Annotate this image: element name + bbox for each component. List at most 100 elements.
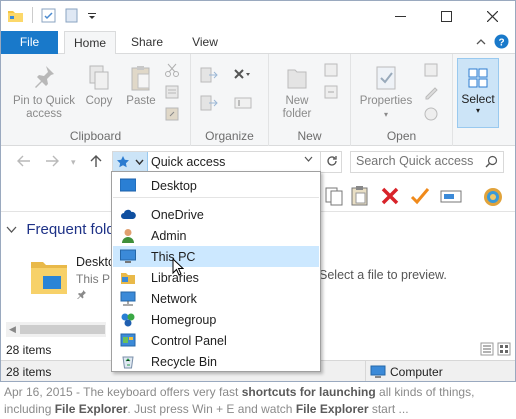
snippet-date: Apr 16, 2015 -: [4, 385, 84, 399]
snippet-text: The keyboard offers very fast: [83, 385, 242, 399]
new-folder-qat-icon[interactable]: [64, 8, 81, 23]
address-history-chevron-icon[interactable]: [304, 155, 313, 167]
refresh-icon: [326, 156, 337, 166]
tab-file[interactable]: File: [1, 31, 58, 54]
new-group: New folder New: [269, 54, 351, 146]
pin-to-quick-access-button[interactable]: Pin to Quick access: [9, 64, 79, 121]
properties-dropdown-arrow: ▾: [383, 110, 388, 119]
new-item-icon[interactable]: [323, 62, 341, 81]
pin-label-line1: Pin to Quick: [13, 95, 75, 107]
delete-icon[interactable]: [233, 68, 251, 85]
recent-locations-icon[interactable]: ▾: [71, 157, 76, 168]
svg-text:?: ?: [498, 38, 504, 49]
copy-button[interactable]: Copy: [81, 64, 117, 108]
delete-toolbar-icon[interactable]: [379, 185, 401, 207]
minimize-ribbon-icon[interactable]: [476, 36, 486, 50]
snippet-text: start ...: [368, 402, 409, 416]
snippet-bold-text: File Explorer: [54, 402, 128, 416]
edit-icon[interactable]: [423, 84, 441, 103]
dropdown-item-onedrive[interactable]: OneDrive: [113, 204, 319, 225]
mouse-cursor: [172, 257, 185, 279]
desktop-folder-icon: [31, 262, 67, 294]
maximize-button[interactable]: [423, 1, 469, 31]
secondary-toolbar: [321, 181, 515, 211]
back-arrow-icon[interactable]: [17, 154, 31, 171]
new-folder-button[interactable]: New folder: [275, 64, 319, 121]
tab-share[interactable]: Share: [121, 31, 173, 54]
cut-icon[interactable]: [164, 62, 180, 81]
open-group: Properties ▾ Open: [351, 54, 453, 146]
copy-to-icon[interactable]: [199, 94, 219, 115]
copy-path-icon[interactable]: [164, 84, 180, 103]
ribbon-right-controls: ?: [476, 34, 509, 52]
dropdown-item-homegroup[interactable]: Homegroup: [113, 309, 319, 330]
dropdown-item-label: Admin: [151, 229, 187, 243]
paste-shortcut-icon[interactable]: [164, 106, 180, 125]
tab-view[interactable]: View: [179, 31, 231, 54]
snippet-text: . Just press Win + E and watch: [127, 402, 296, 416]
move-to-icon[interactable]: [199, 66, 219, 87]
properties-button[interactable]: Properties ▾: [355, 64, 417, 121]
dropdown-item-admin[interactable]: Admin: [113, 225, 319, 246]
details-view-icon[interactable]: [480, 342, 494, 359]
up-arrow-icon[interactable]: [90, 154, 102, 172]
select-label: Select: [461, 92, 495, 106]
organize-group: Organize: [191, 54, 269, 146]
snippet-text: all kinds of things,: [375, 385, 475, 399]
dropdown-item-label: Network: [151, 292, 197, 306]
large-icons-view-icon[interactable]: [497, 342, 511, 359]
zone-computer: Computer: [365, 361, 515, 381]
search-input[interactable]: [356, 154, 476, 168]
dropdown-item-recycle-bin[interactable]: Recycle Bin: [113, 351, 319, 372]
dropdown-item-desktop[interactable]: Desktop: [113, 175, 319, 196]
dropdown-item-libraries[interactable]: Libraries: [113, 267, 319, 288]
easy-access-icon[interactable]: [323, 84, 341, 103]
folder-icon[interactable]: [7, 8, 24, 23]
pin-icon: [35, 66, 54, 88]
forward-arrow-icon[interactable]: [45, 154, 59, 171]
control-panel-icon: [120, 333, 136, 347]
library-icon: [121, 273, 135, 284]
address-bar[interactable]: Quick access: [112, 151, 342, 173]
close-window-button[interactable]: [469, 1, 515, 31]
scroll-left-icon[interactable]: ◀: [9, 324, 16, 335]
dropdown-item-control-panel[interactable]: Control Panel: [113, 330, 319, 351]
snippet-text: including: [4, 402, 55, 416]
open-icon[interactable]: [423, 62, 441, 81]
items-count: 28 items: [6, 365, 52, 379]
frequent-folder-item[interactable]: Deskto This P: [29, 252, 119, 302]
frequent-folders-header[interactable]: Frequent fold: [6, 221, 115, 238]
select-grid-icon: [468, 68, 488, 88]
desktop-icon: [120, 178, 136, 192]
help-icon[interactable]: ?: [494, 34, 509, 52]
dropdown-item-label: Recycle Bin: [151, 355, 217, 369]
address-breadcrumb-dropdown[interactable]: [113, 152, 148, 172]
scrollbar-thumb[interactable]: [20, 325, 105, 334]
ribbon-tabs: File Home Share View ?: [1, 31, 515, 55]
rename-icon[interactable]: [233, 94, 253, 115]
frequent-item-location: This P: [76, 272, 111, 286]
shell-toolbar-icon[interactable]: [481, 185, 503, 207]
tab-home[interactable]: Home: [64, 31, 116, 55]
checkmark-toolbar-icon[interactable]: [409, 185, 431, 207]
new-group-label: New: [297, 129, 322, 143]
snippet-bold-text: File Explorer: [295, 402, 369, 416]
search-box[interactable]: [350, 151, 504, 173]
minimize-button[interactable]: [377, 1, 423, 31]
properties-check-icon[interactable]: [41, 8, 58, 23]
dropdown-item-network[interactable]: Network: [113, 288, 319, 309]
horizontal-scrollbar[interactable]: ◀: [6, 322, 106, 337]
copy-label: Copy: [85, 95, 113, 107]
dropdown-item-this-pc[interactable]: This PC: [113, 246, 319, 267]
history-icon[interactable]: [423, 106, 441, 125]
select-button[interactable]: Select ▾: [457, 58, 499, 128]
rename-toolbar-icon[interactable]: [439, 185, 462, 207]
recycle-bin-icon: [122, 356, 134, 369]
paste-button[interactable]: Paste: [123, 64, 159, 108]
paste-icon: [131, 66, 150, 91]
computer-icon: [370, 365, 386, 378]
customize-qat-icon[interactable]: [87, 8, 104, 23]
refresh-button[interactable]: [320, 151, 342, 173]
copy-toolbar-icon[interactable]: [323, 185, 345, 207]
paste-toolbar-icon[interactable]: [349, 185, 371, 207]
